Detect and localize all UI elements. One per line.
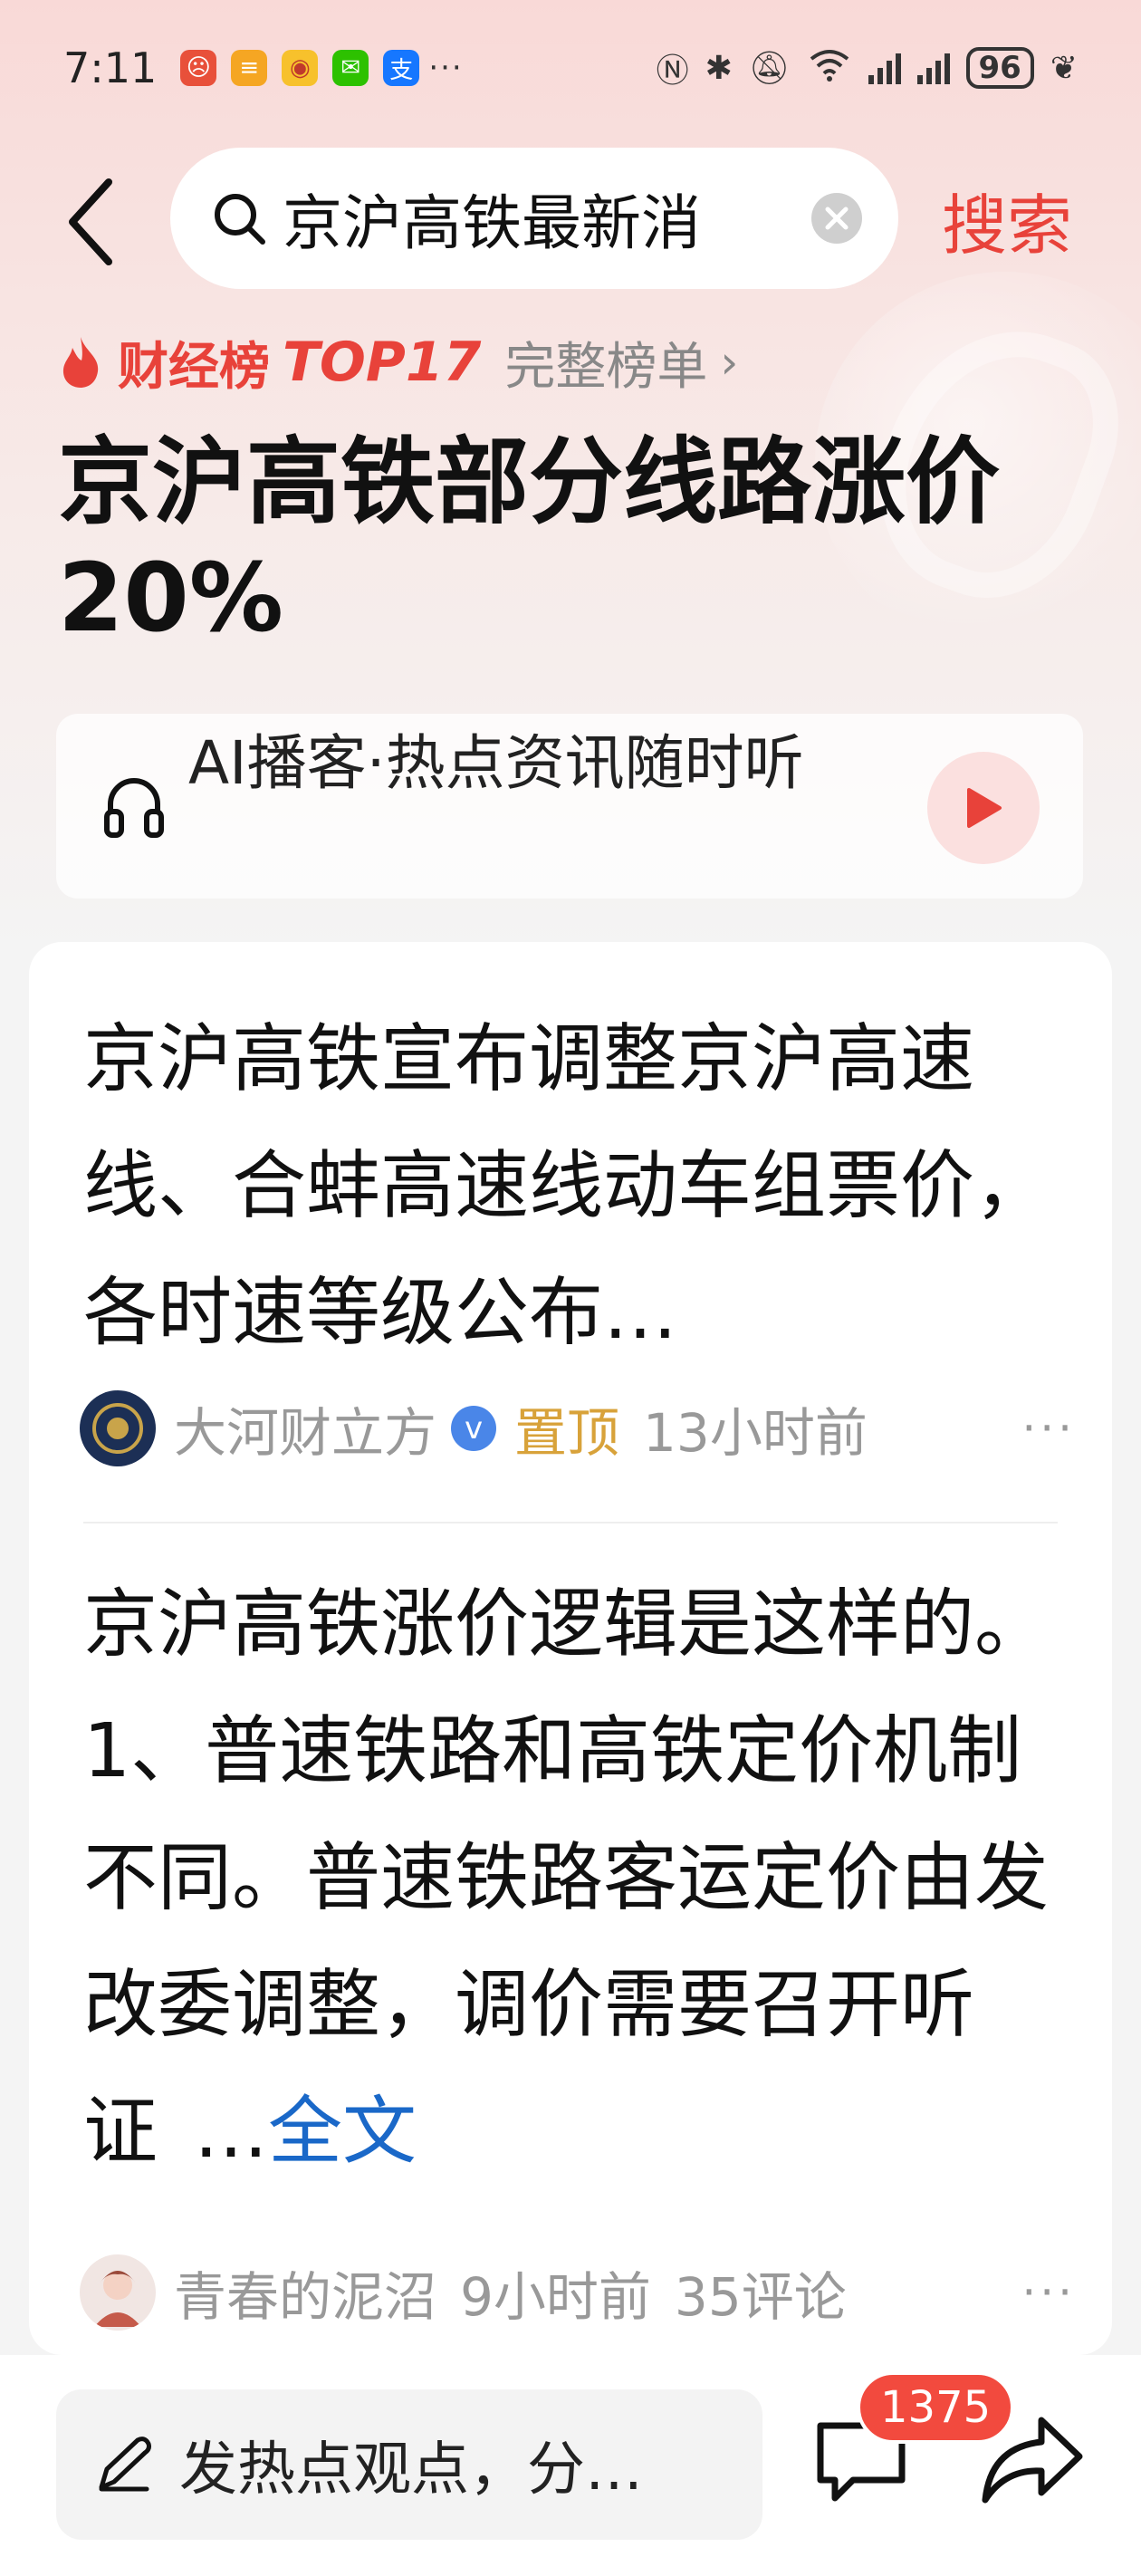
author-name[interactable]: 青春的泥沼 [174, 2254, 436, 2331]
ai-podcast-card[interactable]: AI播客·热点资讯随时听 [56, 714, 1083, 899]
post-body: 京沪高铁涨价逻辑是这样的。1、普速铁路和高铁定价机制不同。普速铁路客运定价由发改… [83, 1581, 1050, 2175]
more-options-icon[interactable]: ··· [1021, 2266, 1076, 2319]
search-submit-button[interactable]: 搜索 [942, 172, 1072, 267]
status-bar: 7:11 ☹ ≡ ◉ ✉ 支 ··· Ⓝ ✱ 🔕︎ 96 ❦ [0, 0, 1141, 136]
bluetooth-icon: ✱ [705, 49, 733, 87]
app-icon-red: ☹ [180, 50, 217, 86]
search-box[interactable]: 京沪高铁最新消 [170, 148, 898, 289]
notification-icons: ☹ ≡ ◉ ✉ 支 [180, 50, 420, 86]
back-button[interactable] [54, 168, 127, 276]
flame-icon [62, 337, 99, 388]
pinned-badge: 置顶 [514, 1402, 620, 1464]
comment-input[interactable]: 发热点观点，分… [56, 2389, 762, 2540]
app-icon-orange: ≡ [231, 50, 268, 86]
ellipsis: … [194, 2089, 269, 2175]
share-icon [982, 2417, 1083, 2504]
more-options-icon[interactable]: ··· [1021, 1402, 1076, 1455]
chevron-right-icon: › [720, 336, 739, 389]
post-text[interactable]: 京沪高铁宣布调整京沪高速线、合蚌高速线动车组票价，各时速等级公布… [83, 996, 1061, 1377]
headphones-icon [104, 778, 164, 838]
post-time: 13小时前 [643, 1402, 868, 1464]
divider [83, 1522, 1058, 1523]
system-status: Ⓝ ✱ 🔕︎ 96 ❦ [657, 44, 1078, 91]
clear-search-button[interactable] [811, 193, 862, 244]
signal-icon-2 [916, 52, 950, 84]
wifi-icon [807, 46, 852, 91]
verified-badge-icon: v [451, 1406, 497, 1451]
post-time: 9小时前 [460, 2266, 651, 2328]
back-arrow-icon [69, 178, 112, 265]
rank-tag[interactable]: 财经榜 TOP17 完整榜单 › [58, 326, 738, 399]
status-time: 7:11 [63, 43, 158, 92]
play-button[interactable] [927, 752, 1040, 864]
rank-position: TOP17 [283, 331, 482, 394]
search-icon [215, 194, 265, 245]
play-icon [967, 788, 1002, 828]
user-avatar-icon [94, 2271, 141, 2327]
share-button[interactable] [978, 2411, 1087, 2514]
more-notifications: ··· [428, 50, 464, 86]
signal-icon-1 [868, 52, 901, 84]
publisher-logo-icon [92, 1403, 143, 1454]
comment-count[interactable]: 35评论 [675, 2254, 847, 2331]
avatar[interactable] [80, 1390, 156, 1466]
pen-icon [99, 2437, 151, 2492]
post-meta: 青春的泥沼 9小时前 35评论 ··· [80, 2254, 1076, 2331]
weibo-icon: ◉ [282, 50, 319, 86]
full-text-link[interactable]: 全文 [268, 2089, 417, 2175]
battery-indicator: 96 [965, 47, 1034, 89]
author-name[interactable]: 大河财立方 [174, 1390, 436, 1466]
feed-card: 京沪高铁宣布调整京沪高速线、合蚌高速线动车组票价，各时速等级公布… 大河财立方 … [29, 942, 1112, 2355]
wechat-icon: ✉ [332, 50, 369, 86]
post-meta: 大河财立方 v 置顶 13小时前 ··· [80, 1389, 1076, 1467]
full-list-link[interactable]: 完整榜单 [504, 326, 707, 399]
avatar[interactable] [80, 2254, 156, 2331]
comment-placeholder: 发热点观点，分… [179, 2437, 643, 2504]
rank-board-label: 财经榜 [118, 337, 270, 397]
alipay-icon: 支 [383, 50, 420, 86]
close-icon [825, 207, 849, 230]
post-text[interactable]: 京沪高铁涨价逻辑是这样的。1、普速铁路和高铁定价机制不同。普速铁路客运定价由发改… [83, 1562, 1061, 2196]
search-input[interactable]: 京沪高铁最新消 [283, 175, 793, 262]
mute-icon: 🔕︎ [748, 50, 791, 87]
topic-title: 京沪高铁部分线路涨价20% [58, 427, 1001, 653]
bottom-bar: 发热点观点，分… 1375 [0, 2355, 1141, 2576]
nfc-icon: Ⓝ [656, 53, 689, 90]
leaf-icon: ❦ [1050, 49, 1078, 87]
podcast-label: AI播客·热点资讯随时听 [188, 728, 804, 798]
